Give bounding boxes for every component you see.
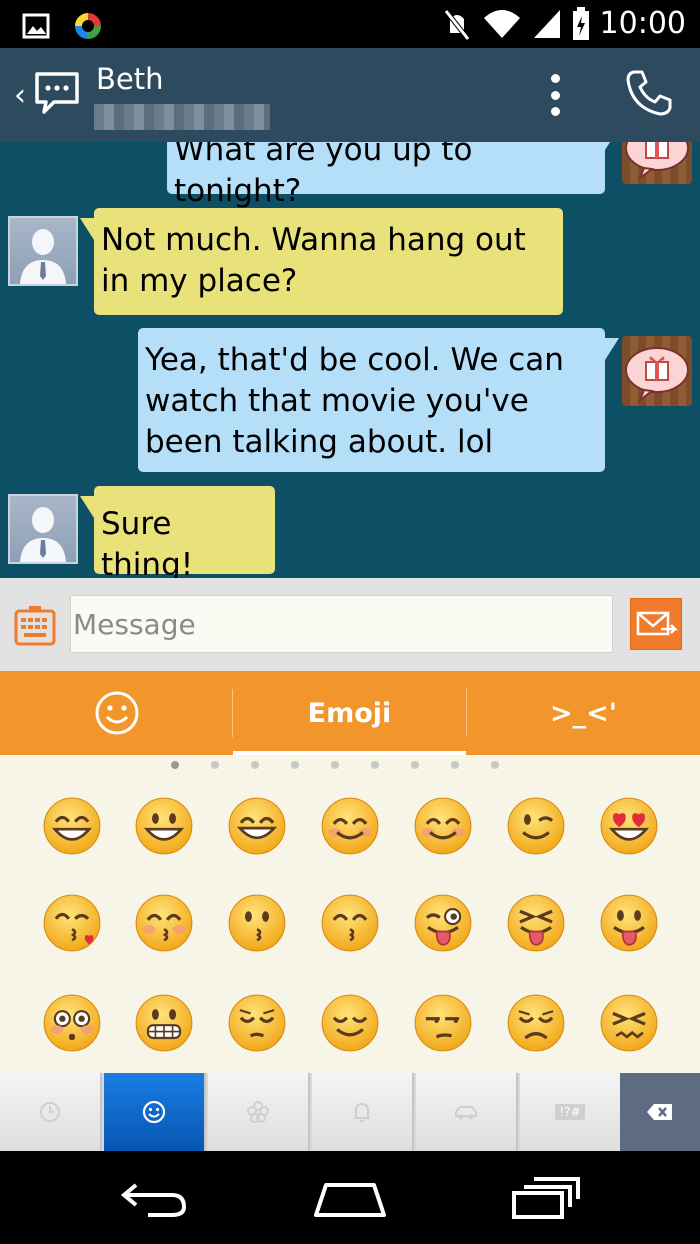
message-text: What are you up to tonight?	[174, 142, 473, 209]
status-bar: 10:00	[0, 0, 700, 48]
category-symbols[interactable]: !?#	[520, 1073, 622, 1151]
category-objects[interactable]	[312, 1073, 414, 1151]
category-recent[interactable]	[0, 1073, 102, 1151]
person-avatar[interactable]	[8, 216, 78, 286]
recents-nav-icon[interactable]	[510, 1171, 582, 1221]
emoji-heart-eyes[interactable]	[589, 786, 669, 866]
message-text: Not much. Wanna hang out	[101, 222, 526, 258]
battery-icon	[572, 6, 589, 40]
emoji-grinning[interactable]	[32, 786, 112, 866]
gift-avatar[interactable]	[622, 336, 692, 406]
message-text: watch that movie you've	[145, 383, 529, 419]
message-bubble-outgoing[interactable]: Yea, that'd be cool. We can watch that m…	[138, 328, 619, 472]
message-text: been talking about. lol	[145, 424, 494, 460]
overflow-menu-icon[interactable]	[540, 70, 570, 120]
emoji-tongue[interactable]	[589, 883, 669, 963]
gallery-icon	[22, 13, 50, 39]
emoji-grinning-big[interactable]	[124, 786, 204, 866]
emoji-tongue-squint[interactable]	[496, 883, 576, 963]
symbols-icon: !?#	[555, 1104, 585, 1120]
back-button[interactable]: ‹	[14, 78, 26, 113]
category-nature[interactable]	[208, 1073, 310, 1151]
gift-avatar	[622, 142, 692, 184]
emoji-grimacing[interactable]	[124, 983, 204, 1063]
contact-number-redacted	[94, 104, 270, 130]
emoji-kissing-heart[interactable]	[32, 883, 112, 963]
car-icon	[455, 1106, 477, 1120]
emoji-relaxed[interactable]	[403, 786, 483, 866]
emoji-tab-bar: Emoji >_<'	[0, 671, 700, 755]
message-input[interactable]	[70, 595, 613, 653]
emoji-category-bar: !?#	[0, 1073, 700, 1151]
bell-icon	[354, 1102, 370, 1122]
category-smileys[interactable]	[104, 1073, 206, 1151]
status-time: 10:00	[599, 6, 686, 41]
tab-emoticon[interactable]: >_<'	[467, 671, 700, 755]
emoji-flushed[interactable]	[32, 983, 112, 1063]
signal-icon	[533, 9, 560, 38]
message-text: in my place?	[101, 263, 298, 299]
recent-icon	[40, 1102, 60, 1122]
keyboard-toggle-icon[interactable]	[14, 606, 56, 646]
smiley-icon	[95, 691, 138, 735]
person-icon	[20, 507, 66, 562]
messages-app-icon[interactable]	[34, 70, 80, 116]
action-bar: ‹ Beth	[0, 48, 700, 142]
page-indicator	[0, 761, 700, 771]
sync-app-icon	[75, 13, 101, 39]
emoji-panel[interactable]	[0, 755, 700, 1073]
conversation-list[interactable]: What are you up to tonight? Not much. Wa…	[0, 142, 700, 578]
message-bubble-incoming[interactable]: Not much. Wanna hang out in my place?	[80, 208, 563, 315]
emoji-kissing-blush[interactable]	[124, 883, 204, 963]
tab-emoji[interactable]: Emoji	[233, 671, 466, 755]
tab-smiley[interactable]	[0, 671, 233, 755]
compose-bar	[0, 578, 700, 671]
message-text: Yea, that'd be cool. We can	[145, 342, 564, 378]
emoji-kissing-smiling-eyes[interactable]	[310, 883, 390, 963]
phone-icon[interactable]	[624, 68, 674, 118]
send-mail-icon	[636, 611, 679, 636]
navigation-bar	[0, 1151, 700, 1244]
backspace-button[interactable]	[620, 1073, 700, 1151]
gift-icon	[625, 347, 689, 403]
message-bubble-incoming[interactable]: Sure thing!	[80, 486, 275, 578]
emoji-smiling-blush[interactable]	[310, 786, 390, 866]
backspace-icon	[647, 1104, 672, 1120]
emoji-unamused[interactable]	[403, 983, 483, 1063]
person-icon	[20, 229, 66, 284]
back-nav-icon[interactable]	[118, 1171, 192, 1221]
emoji-tongue-wink[interactable]	[403, 883, 483, 963]
contact-name[interactable]: Beth	[96, 62, 164, 96]
person-avatar[interactable]	[8, 494, 78, 564]
message-text: Sure thing!	[101, 506, 194, 578]
emoji-pensive[interactable]	[217, 983, 297, 1063]
emoji-confounded[interactable]	[589, 983, 669, 1063]
emoji-kissing[interactable]	[217, 883, 297, 963]
home-nav-icon[interactable]	[312, 1171, 388, 1221]
smiley-category-icon	[142, 1100, 166, 1124]
emoji-relieved[interactable]	[310, 983, 390, 1063]
category-places[interactable]	[416, 1073, 518, 1151]
flower-icon	[247, 1101, 269, 1123]
gift-icon	[625, 142, 689, 181]
wifi-icon	[483, 9, 520, 38]
send-button[interactable]	[630, 598, 682, 650]
emoji-winking[interactable]	[496, 786, 576, 866]
message-bubble-outgoing[interactable]: What are you up to tonight?	[167, 142, 619, 209]
emoji-disappointed[interactable]	[496, 983, 576, 1063]
mute-icon	[443, 8, 470, 41]
emoji-grinning-squint[interactable]	[217, 786, 297, 866]
